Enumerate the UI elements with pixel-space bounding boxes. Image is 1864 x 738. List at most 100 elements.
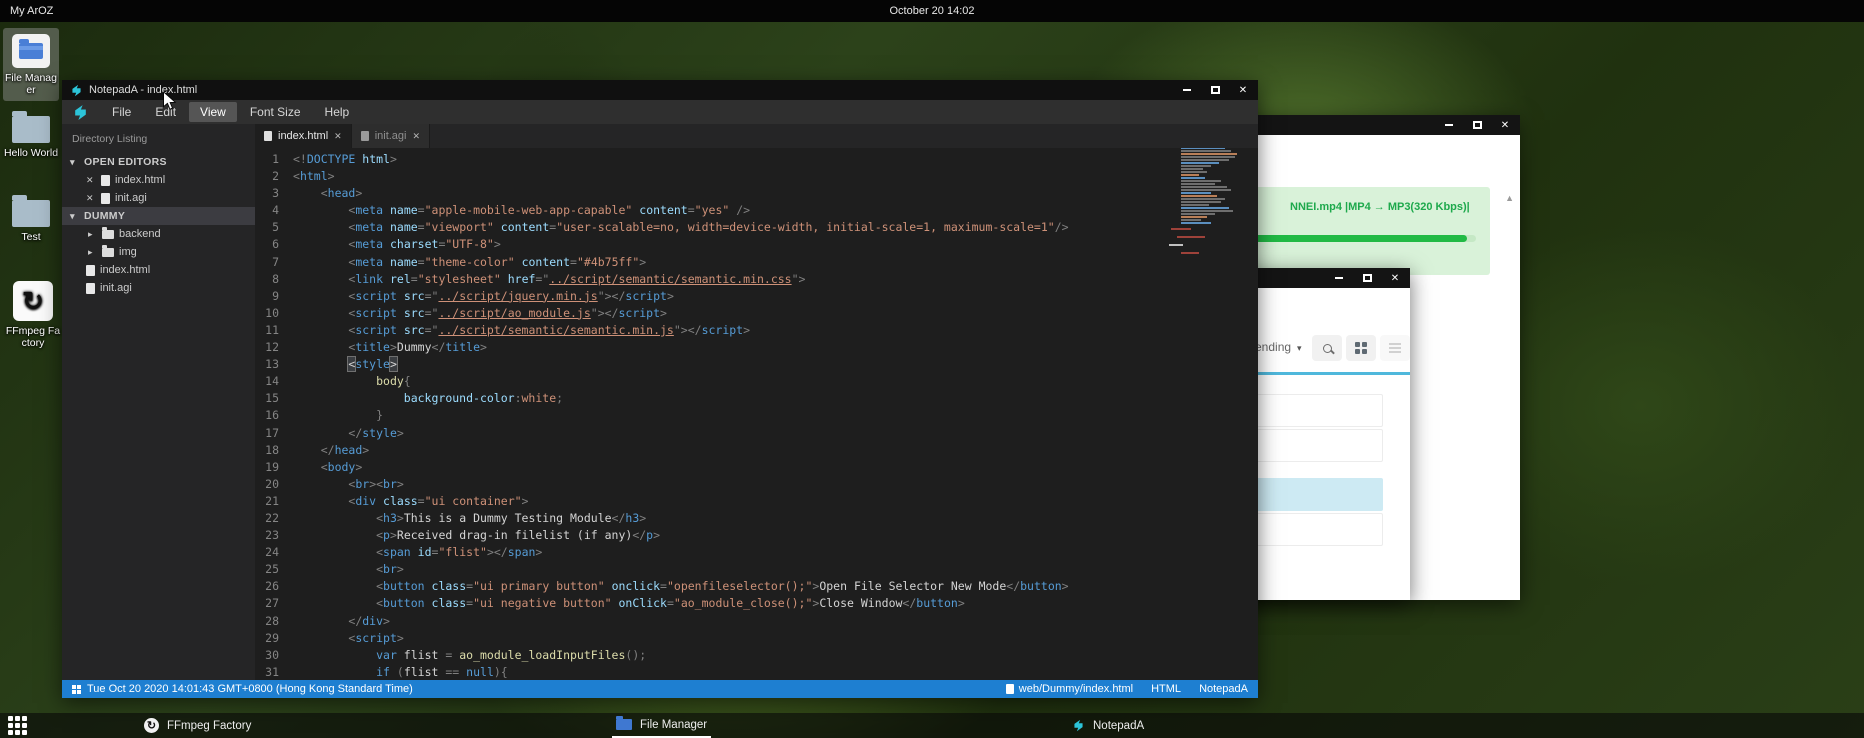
menu-file[interactable]: File — [101, 102, 142, 122]
code-line: 10 <script src="../script/ao_module.js">… — [255, 305, 1258, 322]
close-icon[interactable]: ✕ — [86, 175, 96, 186]
desktop-icon-file-manager[interactable]: File Manag er — [3, 28, 59, 101]
code-line: 26 <button class="ui primary button" onc… — [255, 578, 1258, 595]
notepada-logo-icon — [72, 104, 89, 121]
minimize-icon[interactable] — [1180, 84, 1194, 96]
taskbar-item-notepada[interactable]: NotepadA — [1068, 713, 1148, 738]
notepada-window: NotepadA - index.html ✕ File Edit View F… — [62, 80, 1258, 698]
code-line: 1<!DOCTYPE html> — [255, 151, 1258, 168]
aroz-grid-icon — [72, 685, 81, 694]
desktop-icon-label: Test — [3, 231, 59, 243]
tree-label: index.html — [115, 174, 165, 186]
code-line: 14 body{ — [255, 373, 1258, 390]
notepada-logo-icon — [1072, 719, 1085, 732]
code-line: 31 if (flist == null){ — [255, 664, 1258, 680]
file-manager-icon — [12, 34, 50, 68]
desktop-icon-label: File Manag — [3, 72, 59, 84]
close-icon[interactable]: ✕ — [86, 193, 96, 204]
tree-label: init.agi — [100, 282, 132, 294]
search-button[interactable] — [1312, 335, 1342, 361]
maximize-icon[interactable] — [1470, 119, 1484, 131]
status-filepath[interactable]: web/Dummy/index.html — [1019, 683, 1133, 695]
chevron-right-icon: ▸ — [88, 229, 97, 240]
tree-label: init.agi — [115, 192, 147, 204]
list-view-button[interactable] — [1380, 335, 1410, 361]
file-tree: ▾OPEN EDITORS✕index.html✕init.agi▾DUMMY▸… — [62, 153, 255, 297]
folder-icon — [102, 248, 114, 257]
desktop-icon-label: ctory — [5, 337, 61, 349]
code-line: 23 <p>Received drag-in filelist (if any)… — [255, 527, 1258, 544]
desktop-icon-test[interactable]: Test — [3, 200, 59, 243]
tree-item-index-html[interactable]: ✕ index.html — [62, 171, 255, 189]
folder-icon — [102, 230, 114, 239]
list-icon — [1389, 343, 1401, 353]
desktop-icon-hello-world[interactable]: Hello World — [3, 116, 59, 159]
chevron-right-icon: ▸ — [88, 247, 97, 258]
chevron-down-icon: ▾ — [70, 211, 79, 222]
code-editor[interactable]: 1<!DOCTYPE html>2<html>3 <head>4 <meta n… — [255, 148, 1258, 680]
tree-label: OPEN EDITORS — [84, 156, 167, 168]
menu-view[interactable]: View — [189, 102, 237, 122]
tree-item-init-agi[interactable]: ✕ init.agi — [62, 189, 255, 207]
chevron-down-icon: ▾ — [70, 157, 79, 168]
tab-init-agi[interactable]: init.agi ✕ — [352, 124, 430, 148]
code-line: 4 <meta name="apple-mobile-web-app-capab… — [255, 202, 1258, 219]
scroll-up-icon[interactable]: ▲ — [1505, 193, 1514, 203]
code-line: 29 <script> — [255, 630, 1258, 647]
taskbar: ↻ FFmpeg Factory File Manager NotepadA — [0, 713, 1864, 738]
folder-icon — [616, 719, 632, 730]
tree-section-open-editors[interactable]: ▾ OPEN EDITORS — [62, 153, 255, 171]
grid-view-button[interactable] — [1346, 335, 1376, 361]
tab-index-html[interactable]: index.html ✕ — [255, 124, 352, 148]
top-bar: My ArOZ October 20 14:02 — [0, 0, 1864, 22]
file-icon — [101, 175, 110, 186]
tree-label: backend — [119, 228, 161, 240]
code-line: 9 <script src="../script/jquery.min.js">… — [255, 288, 1258, 305]
code-line: 17 </style> — [255, 425, 1258, 442]
conversion-task-label: NNEI.mp4 |MP4 → MP3(320 Kbps)| — [1290, 201, 1470, 213]
tree-section-dummy[interactable]: ▾DUMMY — [62, 207, 255, 225]
code-line: 12 <title>Dummy</title> — [255, 339, 1258, 356]
taskbar-item-ffmpeg-factory[interactable]: ↻ FFmpeg Factory — [140, 713, 255, 738]
minimize-icon[interactable] — [1332, 272, 1346, 284]
code-line: 16 } — [255, 407, 1258, 424]
close-icon[interactable]: ✕ — [1388, 272, 1402, 284]
file-icon — [361, 131, 369, 141]
folder-icon — [12, 200, 50, 227]
ffmpeg-factory-icon: ↻ — [144, 718, 159, 733]
file-icon — [86, 283, 95, 294]
desktop-icon-label: Hello World — [3, 147, 59, 159]
code-line: 3 <head> — [255, 185, 1258, 202]
directory-sidebar: Directory Listing ▾OPEN EDITORS✕index.ht… — [62, 124, 255, 680]
code-line: 25 <br> — [255, 561, 1258, 578]
tree-item-index-html[interactable]: index.html — [62, 261, 255, 279]
tree-item-backend[interactable]: ▸ backend — [62, 225, 255, 243]
minimize-icon[interactable] — [1442, 119, 1456, 131]
tree-item-img[interactable]: ▸img — [62, 243, 255, 261]
menu-font-size[interactable]: Font Size — [239, 102, 312, 122]
status-bar: Tue Oct 20 2020 14:01:43 GMT+0800 (Hong … — [62, 680, 1258, 698]
close-icon[interactable]: ✕ — [334, 131, 342, 142]
close-icon[interactable]: ✕ — [1236, 84, 1250, 96]
tree-item-init-agi[interactable]: init.agi — [62, 279, 255, 297]
code-line: 8 <link rel="stylesheet" href="../script… — [255, 271, 1258, 288]
maximize-icon[interactable] — [1360, 272, 1374, 284]
code-line: 2<html> — [255, 168, 1258, 185]
taskbar-item-file-manager[interactable]: File Manager — [612, 713, 711, 738]
desktop: My ArOZ October 20 14:02 File Manag er H… — [0, 0, 1864, 738]
code-line: 27 <button class="ui negative button" on… — [255, 595, 1258, 612]
close-icon[interactable]: ✕ — [412, 131, 420, 142]
close-icon[interactable]: ✕ — [1498, 119, 1512, 131]
code-line: 24 <span id="flist"></span> — [255, 544, 1258, 561]
maximize-icon[interactable] — [1208, 84, 1222, 96]
notepada-titlebar[interactable]: NotepadA - index.html ✕ — [62, 80, 1258, 100]
status-language[interactable]: HTML — [1151, 683, 1181, 695]
menu-help[interactable]: Help — [314, 102, 361, 122]
code-line: 22 <h3>This is a Dummy Testing Module</h… — [255, 510, 1258, 527]
app-launcher-icon[interactable] — [8, 716, 27, 735]
code-line: 15 background-color:white; — [255, 390, 1258, 407]
grid-icon — [1355, 342, 1367, 354]
desktop-icon-ffmpeg-factory[interactable]: ↻ FFmpeg Fa ctory — [5, 281, 61, 349]
file-icon — [264, 131, 272, 141]
minimap[interactable] — [1181, 148, 1245, 226]
